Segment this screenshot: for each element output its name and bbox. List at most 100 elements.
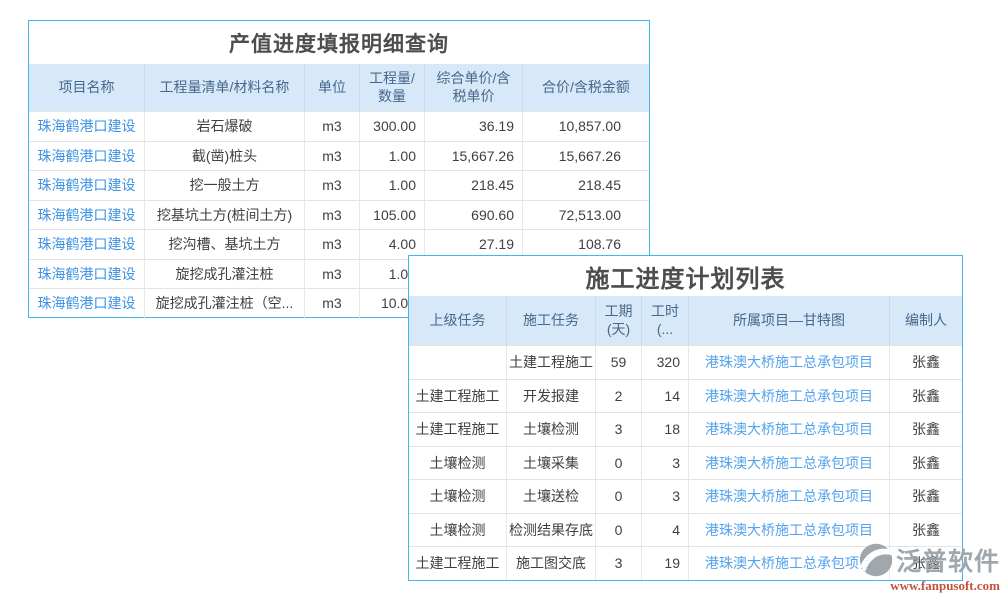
parent-task-cell: 土建工程施工 (409, 412, 506, 446)
item-name-cell: 旋挖成孔灌注桩 (144, 259, 304, 289)
table-row: 珠海鹤港口建设 挖基坑土方(桩间土方) m3 105.00 690.60 72,… (29, 200, 649, 230)
project-link[interactable]: 珠海鹤港口建设 (29, 229, 144, 259)
author-cell: 张鑫 (889, 412, 962, 446)
unit-cell: m3 (304, 229, 359, 259)
column-header-unit: 单位 (304, 64, 359, 111)
duration-cell: 3 (595, 412, 641, 446)
task-cell: 检测结果存底 (506, 513, 595, 547)
item-name-cell: 挖基坑土方(桩间土方) (144, 200, 304, 230)
table-row: 土壤检测 土壤送检 0 3 港珠澳大桥施工总承包项目 张鑫 (409, 479, 962, 513)
hours-cell: 14 (641, 379, 688, 413)
parent-task-cell: 土建工程施工 (409, 546, 506, 580)
parent-task-cell: 土壤检测 (409, 479, 506, 513)
column-header-duration: 工期 (天) (595, 296, 641, 345)
unit-price-cell: 36.19 (424, 111, 522, 141)
fanpu-logo-text: 泛普软件 (896, 542, 1000, 578)
hours-cell: 18 (641, 412, 688, 446)
item-name-cell: 岩石爆破 (144, 111, 304, 141)
project-link[interactable]: 珠海鹤港口建设 (29, 288, 144, 318)
author-cell: 张鑫 (889, 379, 962, 413)
author-cell: 张鑫 (889, 446, 962, 480)
quantity-cell: 300.00 (359, 111, 424, 141)
item-name-cell: 截(凿)桩头 (144, 141, 304, 171)
project-link[interactable]: 珠海鹤港口建设 (29, 259, 144, 289)
column-header-quantity: 工程量/ 数量 (359, 64, 424, 111)
parent-task-cell: 土壤检测 (409, 513, 506, 547)
table-row: 土建工程施工 59 320 港珠澳大桥施工总承包项目 张鑫 (409, 345, 962, 379)
project-link[interactable]: 珠海鹤港口建设 (29, 141, 144, 171)
task-cell: 施工图交底 (506, 546, 595, 580)
quantity-cell: 1.00 (359, 170, 424, 200)
project-link[interactable]: 珠海鹤港口建设 (29, 111, 144, 141)
amount-cell: 15,667.26 (522, 141, 649, 171)
author-cell: 张鑫 (889, 479, 962, 513)
quantity-cell: 1.00 (359, 141, 424, 171)
column-header-author: 编制人 (889, 296, 962, 345)
duration-cell: 2 (595, 379, 641, 413)
duration-cell: 0 (595, 513, 641, 547)
table-row: 土壤检测 检测结果存底 0 4 港珠澳大桥施工总承包项目 张鑫 (409, 513, 962, 547)
table-row: 土壤检测 土壤采集 0 3 港珠澳大桥施工总承包项目 张鑫 (409, 446, 962, 480)
project-link[interactable]: 珠海鹤港口建设 (29, 200, 144, 230)
column-header-amount: 合价/含税金额 (522, 64, 649, 111)
hours-cell: 4 (641, 513, 688, 547)
gantt-project-link[interactable]: 港珠澳大桥施工总承包项目 (688, 412, 889, 446)
unit-cell: m3 (304, 200, 359, 230)
amount-cell: 72,513.00 (522, 200, 649, 230)
fanpu-logo-url: www.fanpusoft.com (858, 578, 1000, 594)
duration-cell: 59 (595, 345, 641, 379)
table-row: 土建工程施工 开发报建 2 14 港珠澳大桥施工总承包项目 张鑫 (409, 379, 962, 413)
table-row: 珠海鹤港口建设 岩石爆破 m3 300.00 36.19 10,857.00 (29, 111, 649, 141)
duration-cell: 0 (595, 446, 641, 480)
item-name-cell: 旋挖成孔灌注桩（空... (144, 288, 304, 318)
item-name-cell: 挖沟槽、基坑土方 (144, 229, 304, 259)
table-row: 珠海鹤港口建设 挖一般土方 m3 1.00 218.45 218.45 (29, 170, 649, 200)
amount-cell: 10,857.00 (522, 111, 649, 141)
unit-cell: m3 (304, 170, 359, 200)
parent-task-cell: 土建工程施工 (409, 379, 506, 413)
hours-cell: 3 (641, 479, 688, 513)
hours-cell: 320 (641, 345, 688, 379)
unit-price-cell: 690.60 (424, 200, 522, 230)
panel-title: 施工进度计划列表 (409, 256, 962, 296)
author-cell: 张鑫 (889, 345, 962, 379)
unit-cell: m3 (304, 288, 359, 318)
gantt-project-link[interactable]: 港珠澳大桥施工总承包项目 (688, 513, 889, 547)
gantt-project-link[interactable]: 港珠澳大桥施工总承包项目 (688, 446, 889, 480)
column-header-item: 工程量清单/材料名称 (144, 64, 304, 111)
column-header-project: 项目名称 (29, 64, 144, 111)
hours-cell: 19 (641, 546, 688, 580)
table-header-row: 项目名称 工程量清单/材料名称 单位 工程量/ 数量 综合单价/含 税单价 合价… (29, 64, 649, 111)
quantity-cell: 105.00 (359, 200, 424, 230)
task-cell: 开发报建 (506, 379, 595, 413)
task-cell: 土壤检测 (506, 412, 595, 446)
author-cell: 张鑫 (889, 513, 962, 547)
gantt-project-link[interactable]: 港珠澳大桥施工总承包项目 (688, 379, 889, 413)
column-header-project-gantt: 所属项目—甘特图 (688, 296, 889, 345)
gantt-project-link[interactable]: 港珠澳大桥施工总承包项目 (688, 345, 889, 379)
unit-price-cell: 15,667.26 (424, 141, 522, 171)
parent-task-cell (409, 345, 506, 379)
parent-task-cell: 土壤检测 (409, 446, 506, 480)
gantt-project-link[interactable]: 港珠澳大桥施工总承包项目 (688, 479, 889, 513)
unit-cell: m3 (304, 111, 359, 141)
column-header-unit-price: 综合单价/含 税单价 (424, 64, 522, 111)
task-cell: 土壤采集 (506, 446, 595, 480)
construction-schedule-panel: 施工进度计划列表 上级任务 施工任务 工期 (天) 工时 (... 所属项目—甘… (408, 255, 963, 581)
task-cell: 土壤送检 (506, 479, 595, 513)
item-name-cell: 挖一般土方 (144, 170, 304, 200)
table-row: 珠海鹤港口建设 截(凿)桩头 m3 1.00 15,667.26 15,667.… (29, 141, 649, 171)
fanpu-watermark: 泛普软件 www.fanpusoft.com (858, 542, 1000, 594)
project-link[interactable]: 珠海鹤港口建设 (29, 170, 144, 200)
task-cell: 土建工程施工 (506, 345, 595, 379)
duration-cell: 3 (595, 546, 641, 580)
unit-cell: m3 (304, 259, 359, 289)
table-row: 土建工程施工 土壤检测 3 18 港珠澳大桥施工总承包项目 张鑫 (409, 412, 962, 446)
column-header-task: 施工任务 (506, 296, 595, 345)
column-header-hours: 工时 (... (641, 296, 688, 345)
fanpu-logo-icon (858, 542, 894, 578)
unit-price-cell: 218.45 (424, 170, 522, 200)
table-header-row: 上级任务 施工任务 工期 (天) 工时 (... 所属项目—甘特图 编制人 (409, 296, 962, 345)
unit-cell: m3 (304, 141, 359, 171)
column-header-parent-task: 上级任务 (409, 296, 506, 345)
